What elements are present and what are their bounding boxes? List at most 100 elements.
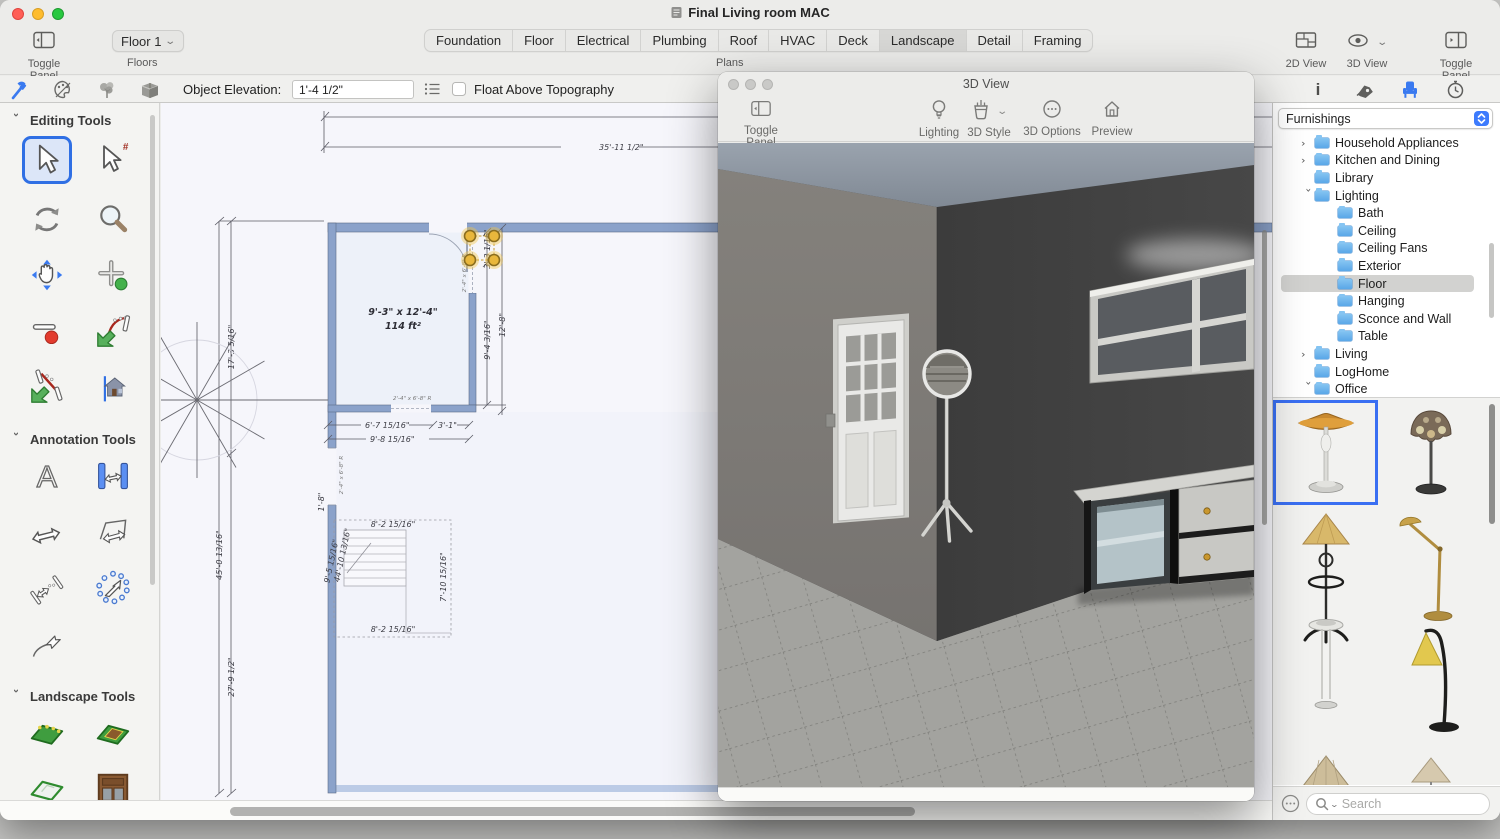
zoom-window-button[interactable] [762,79,773,90]
tab-framing[interactable]: Framing [1022,30,1093,51]
chevron-down-icon[interactable]: › [1304,381,1314,396]
item-torchiere-floor-lamp[interactable] [1273,400,1378,505]
tree-item-kitchen-and-dining[interactable]: ›Kitchen and Dining [1281,152,1474,170]
chevron-down-icon[interactable]: › [1304,188,1314,204]
tab-detail[interactable]: Detail [966,30,1022,51]
break-tool[interactable] [23,310,71,352]
floors-dropdown[interactable]: Floor 1⌄ [112,30,184,52]
group-select-tool[interactable]: # [89,136,137,178]
tree-item-sconce-and-wall[interactable]: Sconce and Wall [1281,310,1474,328]
pen-tag-icon[interactable] [1355,81,1375,98]
float-above-topography-checkbox[interactable] [452,82,466,96]
toggle-panel-left-button[interactable]: Toggle Panel [16,31,72,82]
toggle-panel-icon [750,100,772,118]
3d-toolbar: Toggle Panel Lighting ⌄ 3D Style 3D Opti… [718,96,1254,142]
item-pleated-shade-floor-lamp[interactable] [1273,749,1378,785]
view-2d-button[interactable]: 2D View [1283,31,1329,70]
preview-button[interactable]: Preview [1086,99,1138,138]
interior-dimension-tool[interactable] [89,455,137,497]
item-arc-hook-floor-lamp[interactable] [1378,610,1483,745]
elevation-presets-list-icon[interactable] [424,82,441,96]
lighting-button[interactable]: Lighting [916,99,962,139]
minimize-window-button[interactable] [745,79,756,90]
canvas-horizontal-scrollbar[interactable] [230,807,915,816]
library-book-icon[interactable] [138,79,162,100]
clock-icon[interactable] [1446,80,1465,99]
info-icon[interactable]: i [1311,80,1325,99]
terrain-region-tool[interactable] [23,768,71,800]
node-edit-tool[interactable] [89,567,137,609]
add-tool[interactable] [89,254,137,296]
item-glass-torchiere-floor-lamp[interactable] [1273,610,1378,745]
more-options-icon[interactable] [1281,794,1300,813]
select-tool[interactable] [22,136,72,184]
3d-options-button[interactable]: 3D Options [1020,99,1084,138]
dim-bottom-seg2: 3'-1" [438,421,457,430]
3d-window-bottom-bar[interactable] [718,787,1254,801]
category-select[interactable]: Furnishings [1278,108,1493,129]
leader-line-tool[interactable] [23,623,71,665]
tab-floor[interactable]: Floor [512,30,565,51]
tab-deck[interactable]: Deck [826,30,879,51]
view-3d-button[interactable]: ⌄ 3D View [1344,31,1390,70]
float-above-topography-label: Float Above Topography [474,82,614,97]
object-elevation-input[interactable] [292,80,414,99]
design-palette-icon[interactable] [52,79,74,100]
manual-dimension-tool[interactable] [23,511,71,553]
fillet-tool[interactable] [89,310,137,352]
tree-item-table[interactable]: Table [1281,328,1474,346]
section-editing-tools[interactable]: ›Editing Tools [10,113,159,128]
close-window-button[interactable] [728,79,739,90]
sidebar-scrollbar[interactable] [150,115,155,585]
section-annotation-tools[interactable]: ›Annotation Tools [10,432,159,447]
tab-hvac[interactable]: HVAC [768,30,826,51]
search-field[interactable]: ⌄ [1306,793,1490,815]
tab-foundation[interactable]: Foundation [425,30,512,51]
3d-toggle-panel-button[interactable]: Toggle Panel [730,100,792,149]
plans-caption: Plans [716,57,744,69]
3d-window-titlebar[interactable]: 3D View [718,72,1254,96]
tab-roof[interactable]: Roof [718,30,768,51]
tree-item-loghome[interactable]: LogHome [1281,363,1474,381]
tree-item-bath[interactable]: Bath [1281,204,1474,222]
tree-scrollbar[interactable] [1489,243,1494,318]
terrain-hole-tool[interactable] [89,712,137,754]
zoom-tool[interactable] [89,198,137,240]
tree-item-floor[interactable]: Floor [1281,275,1474,293]
section-landscape-tools[interactable]: ›Landscape Tools [10,689,159,704]
angular-dimension-tool[interactable] [89,511,137,553]
tree-item-ceiling[interactable]: Ceiling [1281,222,1474,240]
furniture-chair-icon[interactable] [1400,80,1420,99]
3d-style-button[interactable]: ⌄ 3D Style [964,99,1014,139]
elevation-reference-tool[interactable] [89,366,137,408]
rotate-tool[interactable] [23,198,71,240]
line-to-arc-tool[interactable] [23,366,71,408]
3d-view-window[interactable]: 3D View Toggle Panel Lighting ⌄ 3D Style… [718,72,1254,801]
north-pointer [161,322,328,478]
grid-scrollbar[interactable] [1489,404,1495,524]
tree-item-ceiling-fans[interactable]: Ceiling Fans [1281,240,1474,258]
planter-tool[interactable] [89,768,137,800]
tab-landscape[interactable]: Landscape [879,30,966,51]
3d-viewport[interactable] [718,143,1254,787]
tree-item-library[interactable]: Library [1281,169,1474,187]
text-tool[interactable]: A [23,455,71,497]
tree-item-exterior[interactable]: Exterior [1281,257,1474,275]
toggle-panel-right-button[interactable]: Toggle Panel [1427,31,1485,82]
tree-item-household-appliances[interactable]: ›Household Appliances [1281,134,1474,152]
tab-plumbing[interactable]: Plumbing [640,30,717,51]
tree-item-living[interactable]: ›Living [1281,345,1474,363]
canvas-vertical-scrollbar[interactable] [1262,230,1267,525]
tree-item-office[interactable]: ›Office [1281,380,1474,396]
end-to-end-dimension-tool[interactable] [23,567,71,609]
pan-tool[interactable] [23,254,71,296]
landscape-tree-icon[interactable] [96,79,118,100]
item-empire-shade-floor-lamp[interactable] [1378,749,1483,785]
tree-item-hanging[interactable]: Hanging [1281,292,1474,310]
tab-electrical[interactable]: Electrical [565,30,641,51]
build-tools-hammer-icon[interactable] [8,79,30,100]
item-tiffany-floor-lamp[interactable] [1378,400,1483,505]
terrain-perimeter-tool[interactable] [23,712,71,754]
search-input[interactable] [1342,797,1462,811]
tree-item-lighting[interactable]: ›Lighting [1281,187,1474,205]
